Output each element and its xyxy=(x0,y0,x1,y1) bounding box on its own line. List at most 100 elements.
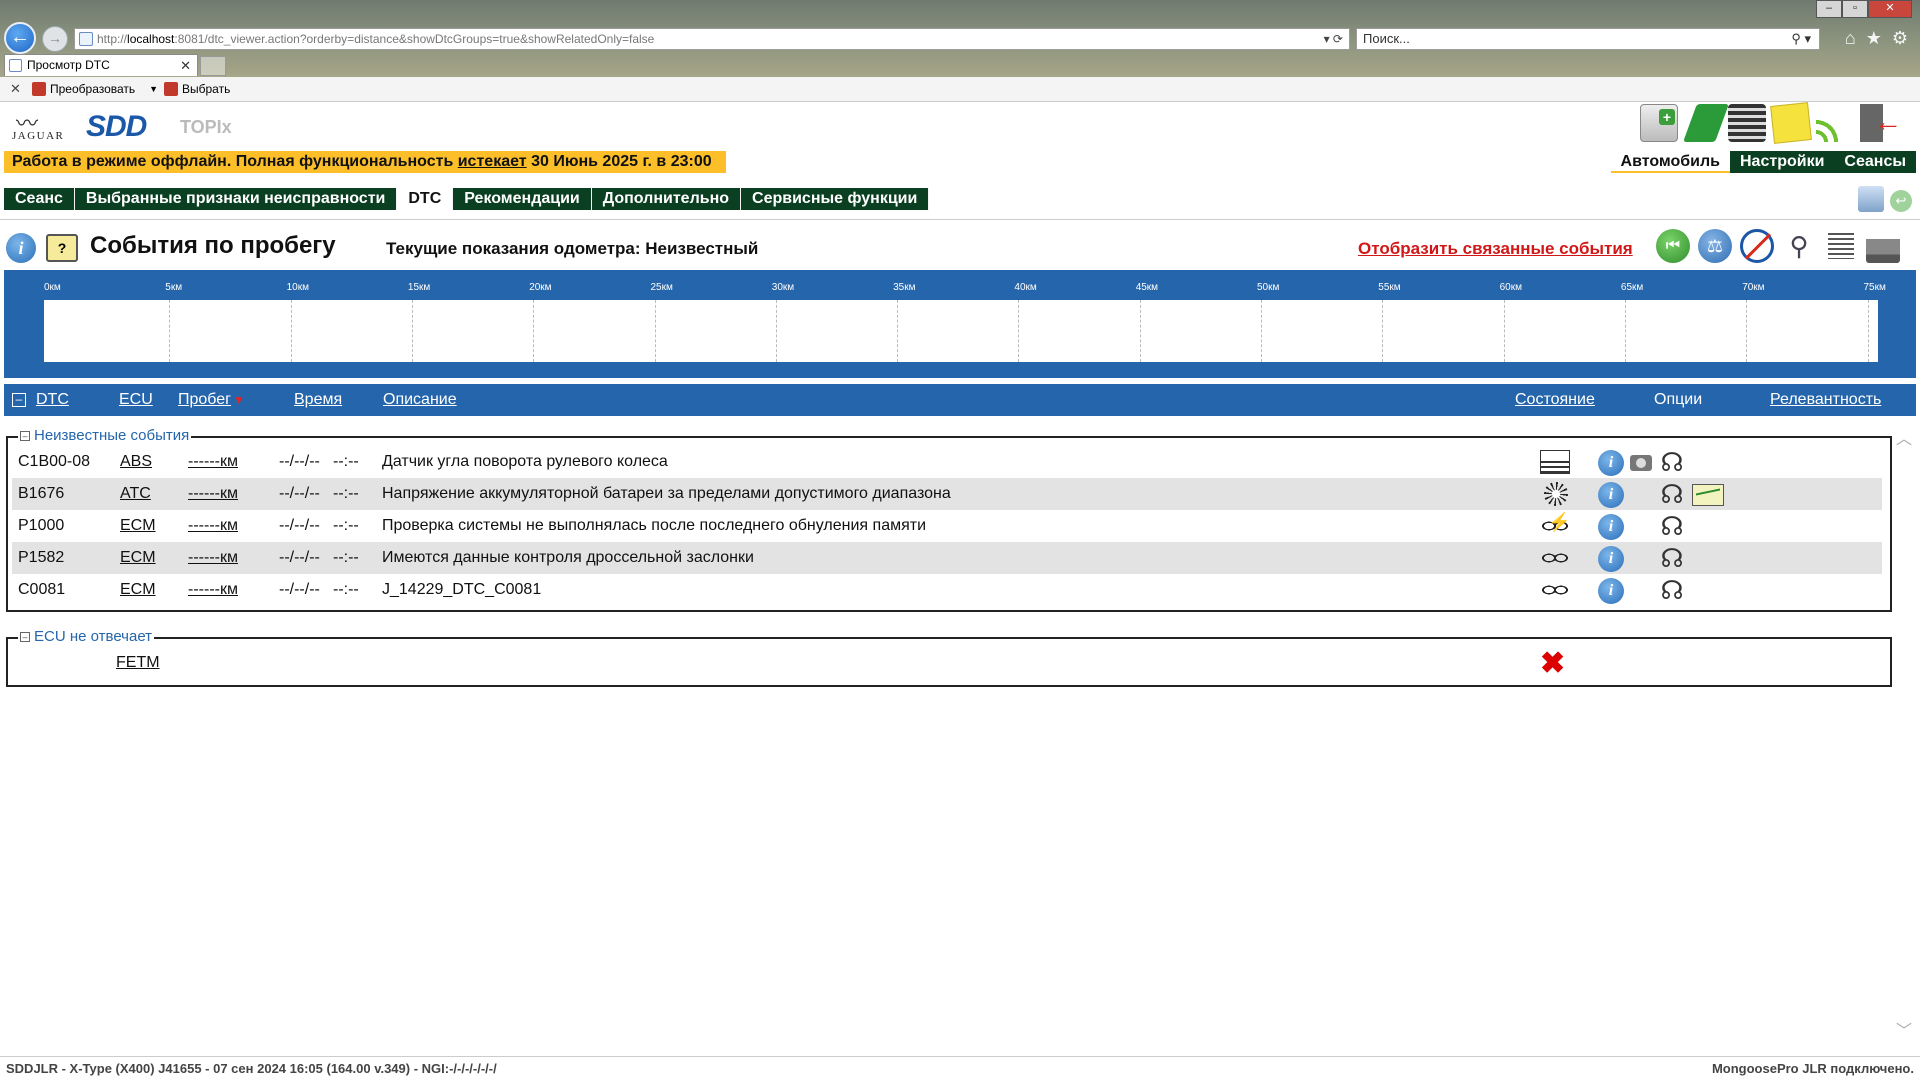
graph-icon[interactable] xyxy=(1692,484,1724,506)
table-row[interactable]: P1582 ECM ------км --/--/-- --:-- Имеютс… xyxy=(12,542,1882,574)
ecu-link[interactable]: ECM xyxy=(120,517,156,535)
col-state[interactable]: Состояние xyxy=(1515,391,1595,409)
dtc-code: B1676 xyxy=(18,485,65,502)
scroll-down-icon[interactable]: ﹀ xyxy=(1894,1024,1914,1040)
sort-down-icon: ▼ xyxy=(233,393,245,407)
search-input[interactable]: Поиск... ⚲ ▾ xyxy=(1356,28,1820,50)
favorites-icon[interactable]: ★ xyxy=(1866,28,1882,49)
show-related-events-link[interactable]: Отобразить связанные события xyxy=(1358,239,1633,259)
ecu-link[interactable]: FETM xyxy=(116,654,160,672)
forward-button[interactable]: → xyxy=(42,26,68,52)
col-time[interactable]: Время xyxy=(294,391,342,409)
timeline-gridline xyxy=(1382,300,1384,362)
stethoscope-icon[interactable]: ☊ xyxy=(1658,448,1686,478)
browser-tab[interactable]: Просмотр DTC ✕ xyxy=(4,54,198,76)
computer-icon[interactable] xyxy=(1858,186,1884,212)
table-row[interactable]: FETM ✖ xyxy=(12,647,1882,679)
stethoscope-icon[interactable]: ☊ xyxy=(1658,576,1686,606)
back-circle-icon[interactable]: ↩ xyxy=(1890,190,1912,212)
timeline-tick-label: 45км xyxy=(1135,282,1159,293)
help-folder-icon[interactable]: ? xyxy=(46,234,78,262)
dtc-code: P1000 xyxy=(18,517,65,534)
info-icon[interactable]: i xyxy=(1598,514,1624,540)
group-ecu-not-responding: – ECU не отвечает FETM ✖ xyxy=(6,628,1892,687)
ecu-link[interactable]: ABS xyxy=(120,453,152,471)
menu-session[interactable]: Сеанс xyxy=(4,188,75,210)
rewind-icon[interactable]: ⏮ xyxy=(1656,229,1690,263)
info-icon[interactable]: i xyxy=(1598,546,1624,572)
col-dtc[interactable]: DTC xyxy=(36,391,69,409)
new-session-icon[interactable] xyxy=(1640,104,1678,142)
select-button[interactable]: Выбрать xyxy=(164,82,230,96)
new-tab-button[interactable] xyxy=(200,56,226,76)
collapse-icon[interactable]: – xyxy=(20,431,30,441)
table-row[interactable]: C1B00-08 ABS ------км --/--/-- --:-- Дат… xyxy=(12,446,1882,478)
url-rest: :8081/dtc_viewer.action?orderby=distance… xyxy=(174,32,655,46)
menu-service-functions[interactable]: Сервисные функции xyxy=(741,188,930,210)
timeline-plot-area[interactable] xyxy=(44,300,1878,362)
info-icon[interactable]: i xyxy=(1598,450,1624,476)
stethoscope-icon[interactable]: ☊ xyxy=(1658,512,1686,542)
collapse-icon[interactable]: – xyxy=(20,632,30,642)
ecu-link[interactable]: ATC xyxy=(120,485,151,503)
refresh-icon[interactable]: ▾ ⟳ xyxy=(1324,29,1343,49)
tab-close-icon[interactable]: ✕ xyxy=(180,55,191,76)
col-ecu[interactable]: ECU xyxy=(119,391,153,409)
red-x-icon: ✖ xyxy=(1540,647,1566,680)
print-icon[interactable] xyxy=(1866,229,1900,263)
group-legend[interactable]: – Неизвестные события xyxy=(18,427,192,444)
settings-gear-icon[interactable]: ⚙ xyxy=(1892,28,1908,49)
menu-symptoms[interactable]: Выбранные признаки неисправности xyxy=(75,188,398,210)
menu-extra[interactable]: Дополнительно xyxy=(592,188,742,210)
col-description[interactable]: Описание xyxy=(383,391,457,409)
col-mileage[interactable]: Пробег ▼ xyxy=(178,391,245,409)
exit-icon[interactable] xyxy=(1860,104,1902,142)
col-relevance[interactable]: Релевантность xyxy=(1770,391,1881,409)
menu-recommendations[interactable]: Рекомендации xyxy=(453,188,592,210)
ecu-link[interactable]: ECM xyxy=(120,549,156,567)
tab-settings[interactable]: Настройки xyxy=(1730,151,1835,173)
address-bar[interactable]: http://localhost:8081/dtc_viewer.action?… xyxy=(74,28,1350,50)
menu-dtc[interactable]: DTC xyxy=(397,188,454,210)
back-button[interactable]: ← xyxy=(4,22,36,54)
maximize-button[interactable]: ▫ xyxy=(1842,0,1868,18)
window-close-button[interactable]: ✕ xyxy=(1868,0,1912,18)
tab-vehicle[interactable]: Автомобиль xyxy=(1610,151,1730,173)
tab-sessions[interactable]: Сеансы xyxy=(1834,151,1916,173)
timeline-tick-label: 0км xyxy=(44,282,61,293)
convert-button[interactable]: Преобразовать ▼ xyxy=(32,82,158,96)
green-flag-icon[interactable] xyxy=(1683,104,1729,142)
description: Напряжение аккумуляторной батареи за пре… xyxy=(382,485,951,502)
stethoscope-icon[interactable]: ☊ xyxy=(1658,544,1686,574)
timeline-gridline xyxy=(1867,300,1869,362)
signal-icon[interactable] xyxy=(1816,104,1854,142)
gauge-off-icon[interactable] xyxy=(1740,229,1774,263)
table-row[interactable]: P1000 ECM ------км --/--/-- --:-- Провер… xyxy=(12,510,1882,542)
note-icon[interactable] xyxy=(1770,102,1812,144)
camera-icon[interactable] xyxy=(1630,455,1652,471)
scale-icon[interactable]: ⚖ xyxy=(1698,229,1732,263)
description: Имеются данные контроля дроссельной засл… xyxy=(382,549,754,566)
search-icon[interactable]: ⚲ ▾ xyxy=(1791,29,1811,49)
table-row[interactable]: C0081 ECM ------км --/--/-- --:-- J_1422… xyxy=(12,574,1882,606)
home-icon[interactable]: ⌂ xyxy=(1845,28,1856,49)
table-row[interactable]: B1676 ATC ------км --/--/-- --:-- Напряж… xyxy=(12,478,1882,510)
chevron-down-icon[interactable]: ▼ xyxy=(149,84,158,94)
recorder-icon[interactable] xyxy=(1728,104,1766,142)
list-icon[interactable] xyxy=(1828,233,1854,259)
convert-label: Преобразовать xyxy=(50,82,136,96)
timeline-gridline xyxy=(775,300,777,362)
info-icon[interactable]: i xyxy=(1598,482,1624,508)
ecu-link[interactable]: ECM xyxy=(120,581,156,599)
close-bar-icon[interactable]: ✕ xyxy=(10,81,21,97)
group-legend[interactable]: – ECU не отвечает xyxy=(18,628,155,645)
stethoscope-icon[interactable]: ☊ xyxy=(1658,480,1686,510)
scroll-up-icon[interactable]: ︿ xyxy=(1894,432,1914,448)
zoom-icon[interactable]: ⚲ xyxy=(1782,229,1816,263)
info-icon[interactable]: i xyxy=(1598,578,1624,604)
collapse-all-icon[interactable]: – xyxy=(12,393,26,407)
info-icon[interactable]: i xyxy=(6,233,36,263)
timeline-tick-label: 35км xyxy=(893,282,916,293)
search-placeholder: Поиск... xyxy=(1363,31,1410,46)
minimize-button[interactable]: – xyxy=(1816,0,1842,18)
